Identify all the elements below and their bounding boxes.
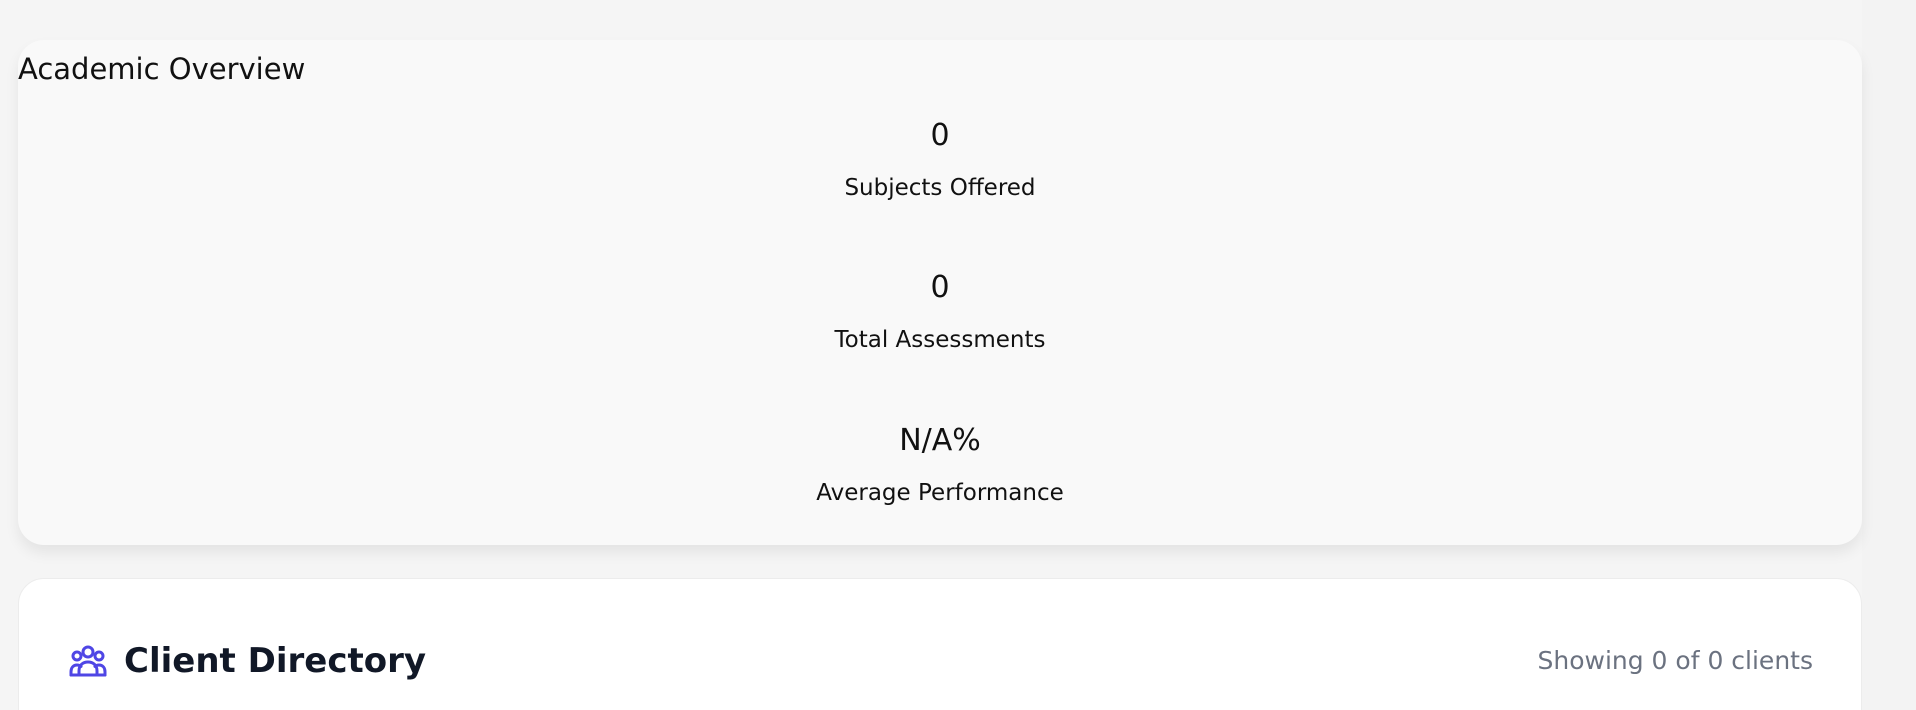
academic-overview-title: Academic Overview — [18, 52, 306, 86]
stat-label: Subjects Offered — [844, 175, 1036, 201]
stat-average-performance: N/A% Average Performance — [18, 421, 1862, 509]
stat-label: Total Assessments — [834, 327, 1046, 353]
stat-subjects-offered: 0 Subjects Offered — [18, 116, 1862, 204]
stat-value: N/A% — [899, 423, 981, 458]
stat-value: 0 — [930, 270, 950, 305]
right-gutter — [1862, 0, 1916, 710]
page: Academic Overview 0 Subjects Offered 0 T… — [0, 0, 1916, 710]
client-count-text: Showing 0 of 0 clients — [1537, 646, 1813, 675]
academic-overview-card: Academic Overview 0 Subjects Offered 0 T… — [18, 40, 1862, 545]
client-directory-title: Client Directory — [124, 641, 427, 681]
stat-label: Average Performance — [816, 480, 1064, 506]
client-directory-heading: Client Directory — [69, 639, 426, 683]
client-directory-header: Client Directory Showing 0 of 0 clients — [69, 639, 1813, 683]
stat-total-assessments: 0 Total Assessments — [18, 268, 1862, 356]
stat-value: 0 — [930, 118, 950, 153]
client-directory-card: Client Directory Showing 0 of 0 clients — [18, 578, 1862, 710]
users-icon — [69, 644, 107, 678]
